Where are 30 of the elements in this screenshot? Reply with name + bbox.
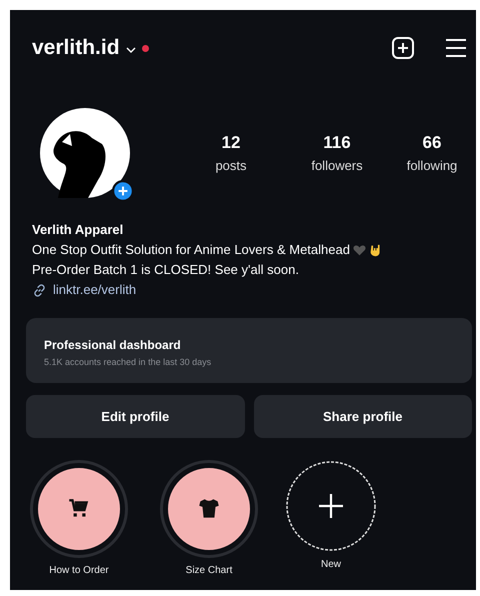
bio-text: Pre-Order Batch 1 is CLOSED! See y'all soon. xyxy=(32,261,299,279)
heart-icon xyxy=(352,244,366,256)
stat-count[interactable]: 116 xyxy=(323,133,351,153)
create-icon[interactable] xyxy=(391,36,415,60)
menu-icon[interactable] xyxy=(444,36,468,60)
dashboard-subtitle: 5.1K accounts reached in the last 30 days xyxy=(44,357,212,367)
dashboard-card[interactable]: Professional dashboard 5.1K accounts reached in the last 30 days xyxy=(26,318,472,383)
share-profile-button[interactable]: Share profile xyxy=(254,395,472,438)
highlight-cover[interactable] xyxy=(163,463,255,555)
highlight-cover[interactable] xyxy=(33,463,125,555)
new-highlight-button[interactable] xyxy=(285,460,377,552)
stat-count[interactable]: 66 xyxy=(422,133,442,153)
highlight-label[interactable]: How to Order xyxy=(49,565,109,576)
chevron-down-icon[interactable] xyxy=(126,47,136,53)
hand-icon xyxy=(368,244,382,256)
stat-label[interactable]: following xyxy=(406,158,458,173)
bio-text: One Stop Outfit Solution for Anime Lovers & Metalhead xyxy=(32,241,350,259)
stat-count[interactable]: 12 xyxy=(222,133,240,153)
account-username[interactable]: verlith.id xyxy=(32,36,120,60)
add-story-icon[interactable] xyxy=(112,180,134,202)
link-icon[interactable] xyxy=(32,282,47,298)
notification-dot xyxy=(142,44,149,52)
highlight-label[interactable]: Size Chart xyxy=(186,565,232,576)
stat-label[interactable]: followers xyxy=(311,158,363,173)
stat-label[interactable]: posts xyxy=(215,158,247,173)
profile-link[interactable]: linktr.ee/verlith xyxy=(53,280,136,300)
edit-profile-button[interactable]: Edit profile xyxy=(26,395,244,438)
highlight-label[interactable]: New xyxy=(320,559,341,570)
dashboard-title: Professional dashboard xyxy=(44,338,182,352)
profile-name: Verlith Apparel xyxy=(32,221,124,239)
